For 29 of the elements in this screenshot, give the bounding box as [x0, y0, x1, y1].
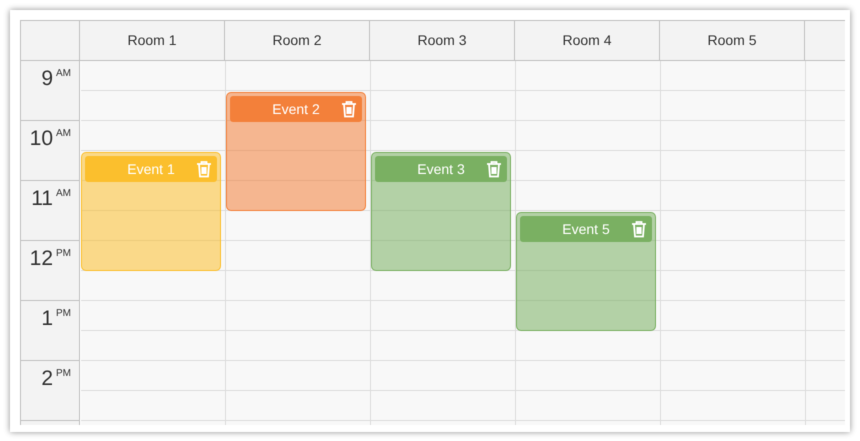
delete-icon[interactable]	[631, 220, 647, 238]
hour-label: 10	[30, 126, 53, 152]
delete-icon[interactable]	[341, 100, 357, 118]
meridiem-label: AM	[56, 187, 71, 201]
event-card[interactable]: Event 5	[516, 212, 656, 331]
column-header: Room 1	[80, 21, 225, 61]
delete-icon[interactable]	[196, 160, 212, 178]
column-header: Room 2	[225, 21, 370, 61]
meridiem-label: AM	[56, 127, 71, 141]
event-title: Event 2	[272, 100, 320, 118]
meridiem-label: PM	[56, 367, 71, 381]
delete-icon[interactable]	[486, 160, 502, 178]
meridiem-label: AM	[56, 67, 71, 81]
hour-label: 9	[41, 66, 53, 92]
event-card[interactable]: Event 3	[371, 152, 511, 271]
hour-label: 11	[31, 186, 53, 212]
event-title: Event 3	[417, 160, 465, 178]
column-header: Room 4	[515, 21, 660, 61]
hour-label: 1	[41, 306, 53, 332]
meridiem-label: PM	[56, 247, 71, 261]
event-card[interactable]: Event 1	[81, 152, 221, 271]
event-card[interactable]: Event 2	[226, 92, 366, 211]
meridiem-label: PM	[56, 307, 71, 321]
hour-label: 2	[41, 366, 53, 392]
column-header: Room 5	[660, 21, 805, 61]
hour-label: 12	[30, 246, 53, 272]
event-title: Event 5	[562, 220, 610, 238]
event-title: Event 1	[127, 160, 175, 178]
column-header: Room 3	[370, 21, 515, 61]
